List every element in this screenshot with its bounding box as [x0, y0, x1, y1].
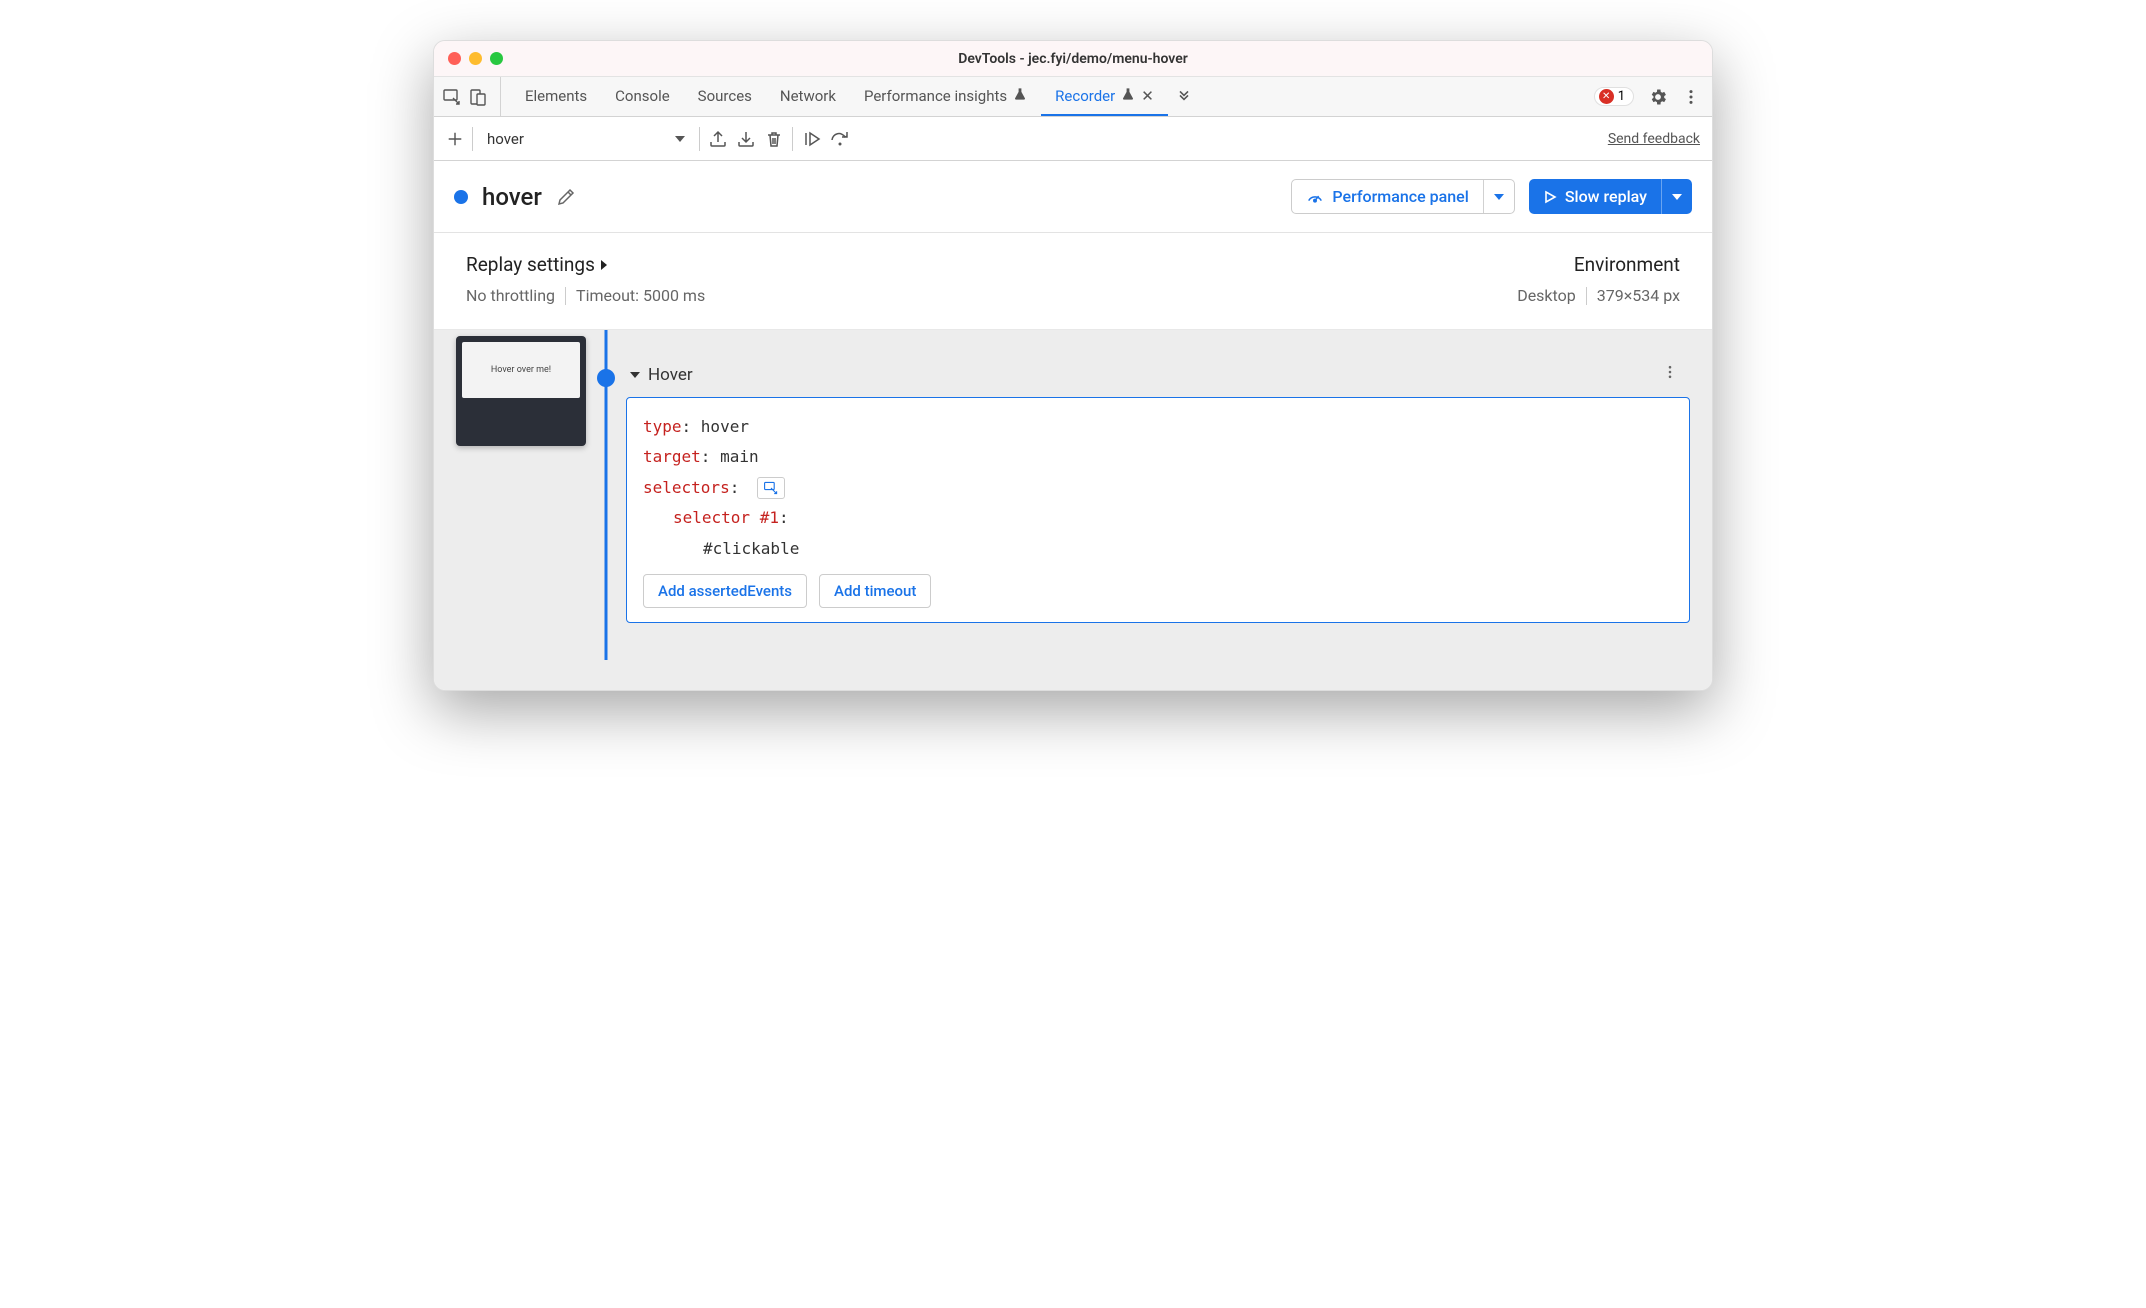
window-title: DevTools - jec.fyi/demo/menu-hover: [434, 51, 1712, 67]
add-asserted-events-button[interactable]: Add assertedEvents: [643, 574, 807, 608]
throttling-value: No throttling: [466, 286, 555, 305]
selector-label-row[interactable]: selector #1:: [643, 503, 1673, 533]
titlebar: DevTools - jec.fyi/demo/menu-hover: [434, 41, 1712, 77]
add-timeout-button[interactable]: Add timeout: [819, 574, 931, 608]
step-kebab-icon[interactable]: [1654, 364, 1686, 385]
kebab-menu-icon[interactable]: [1682, 88, 1700, 106]
divider: [1586, 287, 1587, 305]
error-count: 1: [1618, 89, 1625, 104]
play-icon: [1543, 190, 1557, 204]
step-body: type: hover target: main selectors: sele…: [626, 397, 1690, 623]
device-value: Desktop: [1517, 286, 1576, 305]
dimensions-value: 379×534 px: [1597, 286, 1680, 305]
minimize-window-icon[interactable]: [469, 52, 482, 65]
step-type-row[interactable]: type: hover: [643, 412, 1673, 442]
chevron-down-icon: [675, 136, 685, 142]
import-icon[interactable]: [736, 129, 756, 149]
recording-selector-value: hover: [487, 130, 524, 148]
inspect-icon[interactable]: [442, 87, 462, 107]
timeline-area: Hover over me! Hover type: hover target:…: [434, 330, 1712, 690]
thumbnail-content: Hover over me!: [462, 342, 580, 398]
divider: [472, 127, 473, 151]
step-selectors-row[interactable]: selectors:: [643, 473, 1673, 503]
tabbar-tools: [442, 77, 501, 116]
header-actions: Performance panel Slow replay: [1291, 179, 1692, 214]
tab-network[interactable]: Network: [766, 77, 850, 116]
device-toggle-icon[interactable]: [468, 87, 488, 107]
slow-replay-main[interactable]: Slow replay: [1529, 179, 1661, 214]
chevron-down-icon: [1494, 194, 1504, 200]
step-actions: Add assertedEvents Add timeout: [643, 574, 1673, 608]
tabbar-right: 1: [1594, 87, 1704, 107]
delete-icon[interactable]: [764, 129, 784, 149]
export-icon[interactable]: [708, 129, 728, 149]
traffic-lights: [448, 52, 503, 65]
settings-gear-icon[interactable]: [1648, 87, 1668, 107]
performance-panel-button: Performance panel: [1291, 179, 1514, 214]
environment-title: Environment: [1517, 253, 1680, 276]
step-target-row[interactable]: target: main: [643, 442, 1673, 472]
slow-replay-drop[interactable]: [1661, 179, 1692, 214]
step-over-icon[interactable]: [829, 129, 851, 149]
performance-panel-drop[interactable]: [1483, 180, 1514, 213]
step-thumbnail[interactable]: Hover over me!: [456, 336, 586, 446]
tab-performance-insights[interactable]: Performance insights: [850, 77, 1041, 116]
settings-row: Replay settings No throttling Timeout: 5…: [434, 233, 1712, 330]
tab-console[interactable]: Console: [601, 77, 684, 116]
tab-sources[interactable]: Sources: [684, 77, 766, 116]
tab-close-icon[interactable]: ✕: [1141, 87, 1154, 105]
recording-selector[interactable]: hover: [481, 130, 691, 148]
timeout-value: Timeout: 5000 ms: [576, 286, 705, 305]
error-badge[interactable]: 1: [1594, 87, 1634, 106]
error-icon: [1599, 89, 1614, 104]
continue-icon[interactable]: [801, 129, 821, 149]
divider: [699, 127, 700, 151]
step-card: Hover type: hover target: main selectors…: [626, 358, 1690, 660]
timeline-dot-icon: [597, 369, 615, 387]
recorder-toolbar: hover Send feedback: [434, 117, 1712, 161]
recorder-header: hover Performance panel Slow replay: [434, 161, 1712, 233]
chevron-down-icon: [630, 372, 640, 378]
pick-selector-icon[interactable]: [757, 477, 785, 499]
more-tabs-icon[interactable]: [1168, 89, 1200, 105]
send-feedback-link[interactable]: Send feedback: [1608, 131, 1700, 147]
selector-value-row[interactable]: #clickable: [643, 534, 1673, 564]
gauge-icon: [1306, 188, 1324, 206]
divider: [565, 287, 566, 305]
divider: [792, 127, 793, 151]
slow-replay-button: Slow replay: [1529, 179, 1692, 214]
replay-settings-toggle[interactable]: Replay settings: [466, 253, 1457, 276]
flask-icon: [1121, 87, 1135, 105]
tabbar: Elements Console Sources Network Perform…: [434, 77, 1712, 117]
tab-recorder[interactable]: Recorder ✕: [1041, 77, 1168, 116]
edit-title-icon[interactable]: [556, 187, 576, 207]
tab-elements[interactable]: Elements: [511, 77, 601, 116]
timeline-rail: [586, 330, 626, 660]
flask-icon: [1013, 87, 1027, 105]
maximize-window-icon[interactable]: [490, 52, 503, 65]
step-title: Hover: [648, 365, 693, 385]
status-dot-icon: [454, 190, 468, 204]
performance-panel-main[interactable]: Performance panel: [1292, 180, 1482, 213]
chevron-right-icon: [601, 260, 607, 270]
close-window-icon[interactable]: [448, 52, 461, 65]
step-header[interactable]: Hover: [626, 358, 1690, 397]
chevron-down-icon: [1672, 194, 1682, 200]
new-recording-icon[interactable]: [446, 130, 464, 148]
recording-title: hover: [482, 183, 542, 211]
devtools-window: DevTools - jec.fyi/demo/menu-hover Eleme…: [433, 40, 1713, 691]
